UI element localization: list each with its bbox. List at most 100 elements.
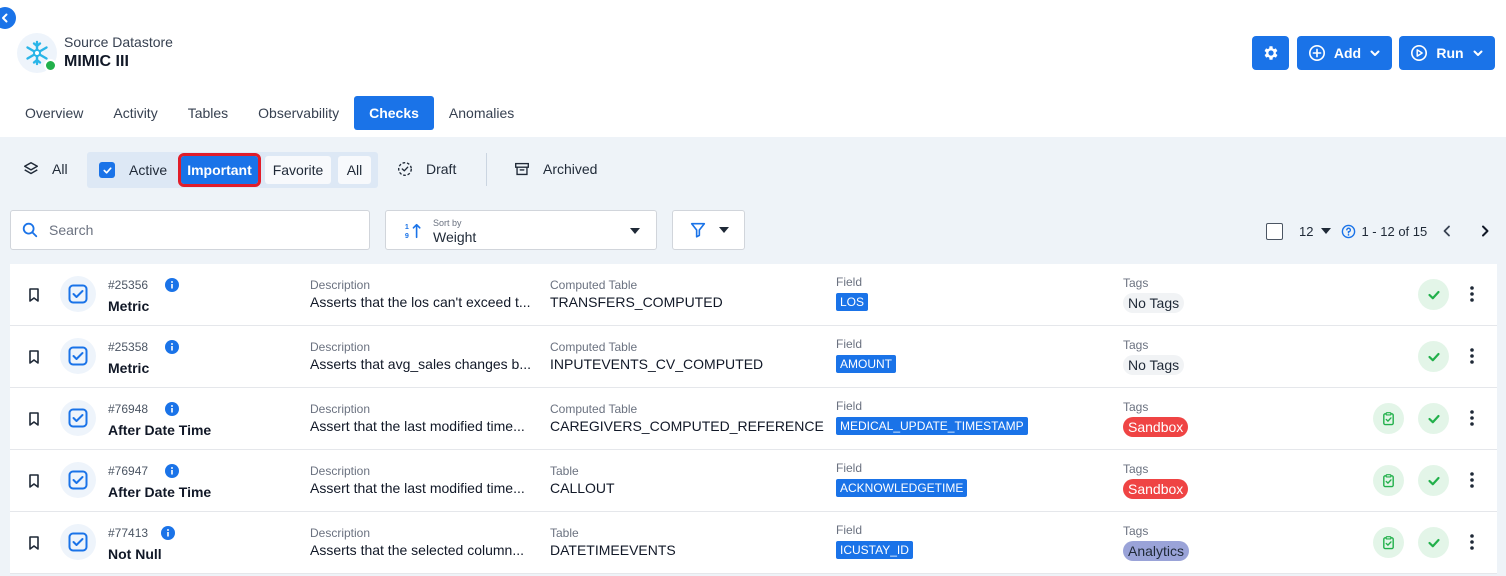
description-label: Description — [310, 526, 371, 540]
field-badge: MEDICAL_UPDATE_TIMESTAMP — [836, 417, 1028, 435]
info-icon[interactable] — [165, 340, 179, 354]
clipboard-button[interactable] — [1373, 527, 1404, 558]
tab-activity[interactable]: Activity — [98, 96, 172, 130]
active-all-filter[interactable]: All — [338, 156, 371, 184]
check-table: CALLOUT — [550, 480, 615, 496]
datastore-name: MIMIC III — [64, 53, 129, 70]
checks-list: #25356 Metric Description Asserts that t… — [10, 264, 1497, 574]
active-filter-group: Active Important Favorite All — [87, 152, 378, 188]
check-icon — [1427, 476, 1440, 485]
draft-icon — [398, 162, 412, 176]
field-badge: AMOUNT — [836, 355, 896, 373]
more-vertical-icon[interactable] — [1466, 470, 1478, 490]
filter-all[interactable]: All — [22, 160, 68, 178]
active-status-button[interactable] — [1418, 341, 1449, 372]
clipboard-check-icon — [1383, 474, 1394, 488]
check-id: #25358 — [108, 340, 149, 354]
filter-archived[interactable]: Archived — [513, 160, 597, 178]
tab-anomalies[interactable]: Anomalies — [434, 96, 529, 130]
check-row[interactable]: #25356 Metric Description Asserts that t… — [10, 264, 1497, 326]
active-status-button[interactable] — [1418, 527, 1449, 558]
check-description: Asserts that the selected column... — [310, 542, 524, 558]
table-label: Table — [550, 526, 579, 540]
active-status-button[interactable] — [1418, 279, 1449, 310]
info-icon[interactable] — [165, 402, 179, 416]
search-input[interactable] — [49, 222, 349, 238]
run-button[interactable]: Run — [1399, 36, 1495, 70]
chevron-left-icon[interactable] — [1439, 223, 1455, 239]
tags-label: Tags — [1123, 524, 1149, 538]
clipboard-button[interactable] — [1373, 403, 1404, 434]
sort-label: Sort by — [433, 218, 462, 228]
table-label: Table — [550, 464, 579, 478]
tag-badge: No Tags — [1123, 293, 1185, 313]
clipboard-check-icon — [1383, 412, 1394, 426]
more-vertical-icon[interactable] — [1466, 532, 1478, 552]
tab-observability[interactable]: Observability — [243, 96, 354, 130]
check-id: #77413 — [108, 526, 149, 540]
check-icon — [1427, 290, 1440, 299]
clipboard-button[interactable] — [1373, 465, 1404, 496]
checkbox-check-icon — [68, 346, 88, 366]
add-button[interactable]: Add — [1297, 36, 1392, 70]
more-vertical-icon[interactable] — [1466, 284, 1478, 304]
description-label: Description — [310, 278, 371, 292]
active-checkbox[interactable] — [99, 162, 115, 178]
bookmark-icon[interactable] — [27, 349, 41, 365]
field-label: Field — [836, 275, 863, 289]
more-vertical-icon[interactable] — [1466, 408, 1478, 428]
info-icon[interactable] — [161, 526, 175, 540]
tab-checks[interactable]: Checks — [354, 96, 434, 130]
tag-badge: Sandbox — [1123, 479, 1189, 499]
layers-icon — [23, 161, 39, 175]
sort-select[interactable]: 1 9 Sort by Weight — [385, 210, 657, 250]
datastore-tabs: Overview Activity Tables Observability C… — [10, 96, 529, 130]
page-size-select[interactable]: 12 — [1299, 223, 1332, 239]
help-circle-icon[interactable] — [1341, 224, 1356, 239]
run-button-label: Run — [1436, 45, 1464, 61]
tag-badge: Analytics — [1123, 541, 1190, 561]
bookmark-icon[interactable] — [27, 287, 41, 303]
chevron-down-icon — [1473, 50, 1483, 56]
checkmark-icon — [102, 166, 112, 174]
table-label: Computed Table — [550, 402, 638, 416]
bookmark-icon[interactable] — [27, 411, 41, 427]
active-status-button[interactable] — [1418, 465, 1449, 496]
check-row[interactable]: #76947 After Date Time Description Asser… — [10, 450, 1497, 512]
check-type-icon-wrapper — [60, 524, 96, 560]
search-box[interactable] — [10, 210, 370, 250]
tab-tables[interactable]: Tables — [173, 96, 243, 130]
check-row[interactable]: #25358 Metric Description Asserts that a… — [10, 326, 1497, 388]
check-row[interactable]: #77413 Not Null Description Asserts that… — [10, 512, 1497, 574]
check-description: Assert that the last modified time... — [310, 418, 525, 434]
checkbox-check-icon — [68, 408, 88, 428]
check-id: #25356 — [108, 278, 149, 292]
tags-label: Tags — [1123, 462, 1149, 476]
description-label: Description — [310, 340, 371, 354]
page-size-value: 12 — [1299, 223, 1314, 239]
plus-circle-icon — [1308, 44, 1325, 62]
tab-overview[interactable]: Overview — [10, 96, 98, 130]
important-filter[interactable]: Important — [178, 153, 261, 187]
chevron-right-icon[interactable] — [1477, 223, 1493, 239]
info-icon[interactable] — [165, 464, 179, 478]
active-status-button[interactable] — [1418, 403, 1449, 434]
check-type-icon-wrapper — [60, 462, 96, 498]
settings-button[interactable] — [1252, 36, 1289, 70]
active-label[interactable]: Active — [129, 162, 167, 178]
filter-draft[interactable]: Draft — [396, 160, 456, 178]
favorite-filter[interactable]: Favorite — [265, 156, 331, 184]
clipboard-check-icon — [1383, 536, 1394, 550]
check-id: #76947 — [108, 464, 149, 478]
bookmark-icon[interactable] — [27, 473, 41, 489]
svg-text:1: 1 — [405, 222, 409, 231]
field-label: Field — [836, 399, 863, 413]
gear-icon — [1264, 46, 1277, 60]
bookmark-icon[interactable] — [27, 535, 41, 551]
connection-status-indicator — [44, 59, 57, 72]
info-icon[interactable] — [165, 278, 179, 292]
filter-button[interactable] — [672, 210, 745, 250]
more-vertical-icon[interactable] — [1466, 346, 1478, 366]
check-row[interactable]: #76948 After Date Time Description Asser… — [10, 388, 1497, 450]
select-all-checkbox[interactable] — [1266, 222, 1283, 240]
